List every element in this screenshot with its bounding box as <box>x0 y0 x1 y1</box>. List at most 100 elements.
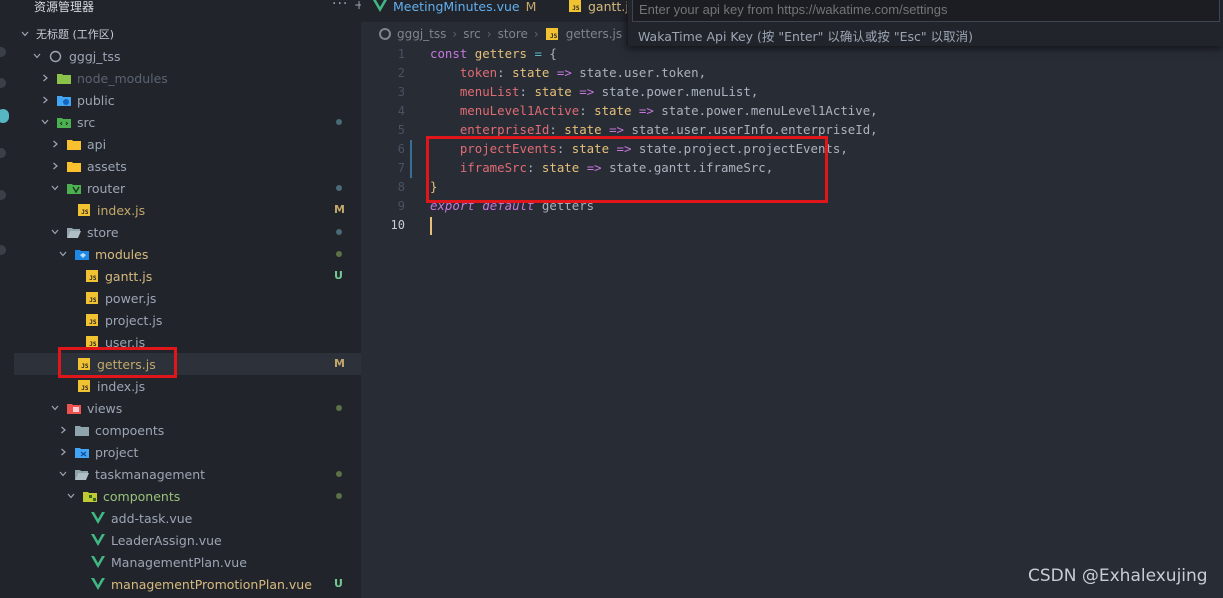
explorer-title: 资源管理器 <box>34 0 95 14</box>
tree-item-label: index.js <box>97 202 146 218</box>
git-status-badge: M <box>334 357 345 370</box>
tree-item-gggj_tss[interactable]: gggj_tss <box>14 45 361 67</box>
tree-item-label: taskmanagement <box>95 466 206 482</box>
line-number: 8 <box>397 180 405 194</box>
tree-item-add-task-vue[interactable]: add-task.vue <box>14 507 361 529</box>
javascript-file-icon: JS <box>76 379 91 393</box>
tree-item-managementplan-vue[interactable]: ManagementPlan.vue <box>14 551 361 573</box>
tree-item-store-index-js[interactable]: JS index.js <box>14 375 361 397</box>
tree-item-label: ManagementPlan.vue <box>111 554 247 570</box>
modified-dot <box>336 251 342 257</box>
tree-item-label: api <box>87 136 107 152</box>
tree-item-src[interactable]: src <box>14 111 361 133</box>
workspace-root-icon <box>379 28 391 40</box>
activity-icon[interactable] <box>0 245 6 255</box>
tree-item-project[interactable]: project <box>14 441 361 463</box>
tree-item-label: gantt.js <box>105 268 153 284</box>
tree-item-assets[interactable]: assets <box>14 155 361 177</box>
folder-open-icon <box>74 467 89 481</box>
chevron-right-icon: › <box>533 27 539 41</box>
tree-item-label: src <box>77 114 96 130</box>
workspace-header[interactable]: 无标题 (工作区) <box>14 23 361 45</box>
git-change-gutter <box>410 140 412 178</box>
code-line: menuLevel1Active: state => state.power.m… <box>459 103 878 118</box>
assets-folder-icon <box>66 159 81 173</box>
public-folder-icon <box>56 93 71 107</box>
line-number: 3 <box>397 85 405 99</box>
tree-item-compoents[interactable]: compoents <box>14 419 361 441</box>
line-number: 2 <box>397 66 405 80</box>
modified-dot <box>336 119 342 125</box>
activity-icon[interactable] <box>0 148 6 158</box>
tree-item-project-js[interactable]: JS project.js <box>14 309 361 331</box>
source-control-badge-icon[interactable] <box>0 109 9 123</box>
tree-item-label: gggj_tss <box>69 48 121 64</box>
tree-item-label: node_modules <box>77 70 168 86</box>
code-line: menuList: state => state.power.menuList, <box>459 84 759 99</box>
folder-icon <box>74 423 89 437</box>
line-number: 5 <box>397 123 405 137</box>
line-number: 10 <box>390 218 405 232</box>
tree-item-views[interactable]: views <box>14 397 361 419</box>
tree-item-label: modules <box>95 246 149 262</box>
breadcrumb-item[interactable]: getters.js <box>566 27 622 41</box>
tree-item-label: assets <box>87 158 127 174</box>
folder-root-icon <box>48 49 63 63</box>
chevron-down-icon <box>50 227 60 237</box>
tree-item-api[interactable]: api <box>14 133 361 155</box>
javascript-file-icon: JS <box>84 269 99 283</box>
code-line: token: state => state.user.token, <box>459 65 707 80</box>
chevron-down-icon <box>50 403 60 413</box>
tree-item-public[interactable]: public <box>14 89 361 111</box>
tree-item-node_modules[interactable]: node_modules <box>14 67 361 89</box>
tree-item-leaderassign-vue[interactable]: LeaderAssign.vue <box>14 529 361 551</box>
folder-open-icon <box>66 225 81 239</box>
chevron-right-icon <box>40 73 50 83</box>
tree-item-managementpromotionplan-vue[interactable]: managementPromotionPlan.vue <box>14 573 361 595</box>
breadcrumb-item[interactable]: store <box>498 27 528 41</box>
chevron-right-icon <box>50 139 60 149</box>
new-file-icon[interactable]: + <box>354 0 361 12</box>
line-number: 7 <box>397 161 405 175</box>
components-folder-icon <box>82 489 97 503</box>
views-folder-icon <box>66 401 81 415</box>
vue-file-icon <box>90 555 105 569</box>
tree-item-router-index-js[interactable]: JS index.js <box>14 199 361 221</box>
breadcrumb-item[interactable]: gggj_tss <box>397 27 446 41</box>
modified-dot <box>336 405 342 411</box>
tree-item-power-js[interactable]: JS power.js <box>14 287 361 309</box>
activity-icon[interactable] <box>0 190 6 200</box>
api-key-input[interactable] <box>632 0 1220 22</box>
tree-item-router[interactable]: router <box>14 177 361 199</box>
more-actions-icon[interactable]: ··· <box>332 0 348 12</box>
tree-item-label: store <box>87 224 119 240</box>
chevron-down-icon <box>32 51 42 61</box>
highlight-box-getters <box>58 347 177 378</box>
tab-meetingminutes-vue[interactable]: MeetingMinutes.vue M <box>373 0 536 17</box>
vue-file-icon <box>90 511 105 525</box>
activity-icon[interactable] <box>0 47 6 57</box>
chevron-down-icon <box>58 249 68 259</box>
javascript-file-icon: JS <box>567 0 582 13</box>
tab-gantt-js[interactable]: JS gantt.js <box>567 0 635 17</box>
activity-icon[interactable] <box>0 78 6 88</box>
javascript-file-icon: JS <box>84 313 99 327</box>
git-status-badge: U <box>334 269 343 282</box>
tree-item-modules[interactable]: modules <box>14 243 361 265</box>
tree-item-components[interactable]: components <box>14 485 361 507</box>
text-cursor <box>430 217 432 235</box>
breadcrumb-item[interactable]: src <box>463 27 481 41</box>
tree-item-store[interactable]: store <box>14 221 361 243</box>
code-line: enterpriseId: state => state.user.userIn… <box>459 122 878 137</box>
highlight-box-code <box>426 136 828 203</box>
input-hint: WakaTime Api Key (按 "Enter" 以确认或按 "Esc" … <box>638 29 974 44</box>
tree-item-label: add-task.vue <box>111 510 193 526</box>
line-number: 9 <box>397 199 405 213</box>
workspace-name: 无标题 (工作区) <box>36 28 115 41</box>
chevron-down-icon <box>50 183 60 193</box>
tree-item-gantt-js[interactable]: JS gantt.js <box>14 265 361 287</box>
tree-item-label: router <box>87 180 126 196</box>
tree-item-taskmanagement[interactable]: taskmanagement <box>14 463 361 485</box>
javascript-file-icon: JS <box>545 27 560 41</box>
chevron-right-icon: › <box>486 27 492 41</box>
